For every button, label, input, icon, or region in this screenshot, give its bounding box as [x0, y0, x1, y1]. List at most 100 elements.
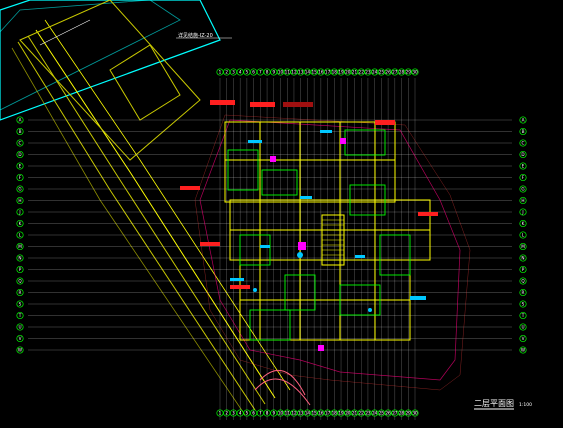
svg-text:19: 19 — [338, 70, 344, 75]
drawing-scale: 1:100 — [519, 402, 532, 408]
svg-text:14: 14 — [305, 70, 311, 75]
grid-bubble-top: 14 — [303, 68, 311, 76]
svg-text:25: 25 — [379, 70, 385, 75]
svg-text:8: 8 — [266, 70, 269, 75]
svg-text:5: 5 — [246, 411, 249, 416]
svg-text:15: 15 — [311, 411, 317, 416]
grid-bubble-bottom: 10 — [276, 409, 285, 417]
grid-bubble-top: 15 — [310, 68, 318, 76]
svg-text:16: 16 — [318, 411, 324, 416]
svg-text:T: T — [521, 313, 525, 318]
svg-text:12: 12 — [291, 411, 297, 416]
svg-text:G: G — [521, 187, 524, 192]
svg-text:26: 26 — [385, 411, 391, 416]
svg-text:15: 15 — [311, 70, 317, 75]
grid-bubble-bottom: 24 — [371, 409, 379, 417]
svg-text:3: 3 — [232, 70, 235, 75]
grid-bubble-top: 27 — [391, 68, 399, 76]
svg-text:6: 6 — [252, 411, 255, 416]
grid-bubble-top: 23 — [364, 68, 372, 76]
svg-text:17: 17 — [325, 70, 331, 75]
svg-text:W: W — [521, 348, 525, 353]
canvas-background — [0, 0, 563, 428]
svg-text:26: 26 — [385, 70, 391, 75]
svg-text:17: 17 — [325, 411, 331, 416]
svg-text:N: N — [18, 256, 21, 261]
grid-bubble-bottom: 16 — [317, 409, 325, 417]
svg-text:E: E — [522, 164, 525, 169]
svg-text:22: 22 — [359, 411, 365, 416]
svg-text:23: 23 — [365, 411, 371, 416]
svg-text:22: 22 — [359, 70, 365, 75]
grid-bubble-bottom: 13 — [297, 409, 305, 417]
svg-text:7: 7 — [259, 70, 262, 75]
svg-text:25: 25 — [379, 411, 385, 416]
svg-text:20: 20 — [345, 70, 351, 75]
grid-bubble-top: 17 — [324, 68, 332, 76]
svg-text:24: 24 — [372, 70, 378, 75]
svg-text:1: 1 — [219, 70, 222, 75]
svg-text:U: U — [18, 325, 21, 330]
grid-bubble-top: 12 — [290, 68, 298, 76]
svg-text:11: 11 — [285, 70, 291, 75]
grid-bubble-bottom: 14 — [303, 409, 311, 417]
grid-bubble-top: 30 — [411, 68, 419, 76]
svg-text:30: 30 — [412, 70, 418, 75]
svg-text:V: V — [19, 336, 22, 341]
grid-bubble-bottom: 26 — [384, 409, 392, 417]
grid-bubble-bottom: 21 — [350, 409, 359, 417]
grid-bubble-bottom: 19 — [337, 409, 345, 417]
svg-text:J: J — [18, 210, 20, 215]
grid-bubble-bottom: 15 — [310, 409, 318, 417]
svg-text:21: 21 — [352, 411, 358, 416]
svg-text:M: M — [18, 244, 22, 249]
svg-text:B: B — [522, 129, 525, 134]
grid-bubble-top: 24 — [371, 68, 379, 76]
svg-text:10: 10 — [278, 411, 284, 416]
cad-drawing-canvas[interactable]: 二层平面图 1:100 详见结施-IZ-20 1 2 3 4 5 6 7 8 9 10 11 12 13… — [0, 0, 563, 428]
grid-bubble-bottom: 20 — [344, 409, 352, 417]
grid-bubble-top: 16 — [317, 68, 325, 76]
svg-text:9: 9 — [272, 70, 275, 75]
grid-bubble-bottom: 28 — [398, 409, 406, 417]
svg-text:3: 3 — [232, 411, 235, 416]
grid-bubble-top: 13 — [297, 68, 305, 76]
grid-bubble-top: 25 — [377, 68, 385, 76]
svg-text:14: 14 — [305, 411, 311, 416]
svg-text:S: S — [19, 302, 22, 307]
svg-text:2: 2 — [225, 411, 228, 416]
grid-bubble-top: 20 — [344, 68, 352, 76]
svg-text:13: 13 — [298, 70, 304, 75]
grid-bubble-top: 11 — [283, 68, 291, 76]
svg-text:R: R — [19, 290, 22, 295]
svg-text:C: C — [19, 141, 22, 146]
svg-text:7: 7 — [259, 411, 262, 416]
svg-text:E: E — [19, 164, 22, 169]
svg-text:21: 21 — [352, 70, 358, 75]
svg-text:28: 28 — [399, 411, 405, 416]
svg-text:29: 29 — [406, 411, 412, 416]
grid-bubble-bottom: 23 — [364, 409, 372, 417]
svg-text:2: 2 — [225, 70, 228, 75]
svg-text:13: 13 — [298, 411, 304, 416]
grid-bubble-bottom: 30 — [411, 409, 419, 417]
svg-text:J: J — [521, 210, 523, 215]
svg-text:N: N — [521, 256, 524, 261]
bottom-grid-bubbles: 1 2 3 4 5 6 7 8 9 10 11 12 13 14 15 16 17 18 19 20 21 22 23 24 2… — [216, 409, 419, 417]
svg-text:5: 5 — [246, 70, 249, 75]
svg-text:8: 8 — [266, 411, 269, 416]
svg-text:C: C — [522, 141, 525, 146]
top-grid-bubbles: 1 2 3 4 5 6 7 8 9 10 11 12 13 14 15 16 17 18 19 20 21 22 23 24 2… — [216, 68, 419, 76]
grid-bubble-bottom: 22 — [357, 409, 365, 417]
svg-text:G: G — [18, 187, 21, 192]
svg-text:4: 4 — [239, 411, 242, 416]
svg-text:D: D — [18, 152, 21, 157]
svg-text:27: 27 — [392, 411, 398, 416]
svg-text:4: 4 — [239, 70, 242, 75]
grid-bubble-bottom: 18 — [330, 409, 338, 417]
grid-bubble-bottom: 27 — [391, 409, 399, 417]
svg-text:20: 20 — [345, 411, 351, 416]
grid-bubble-top: 22 — [357, 68, 365, 76]
grid-bubble-top: 19 — [337, 68, 345, 76]
svg-text:23: 23 — [365, 70, 371, 75]
